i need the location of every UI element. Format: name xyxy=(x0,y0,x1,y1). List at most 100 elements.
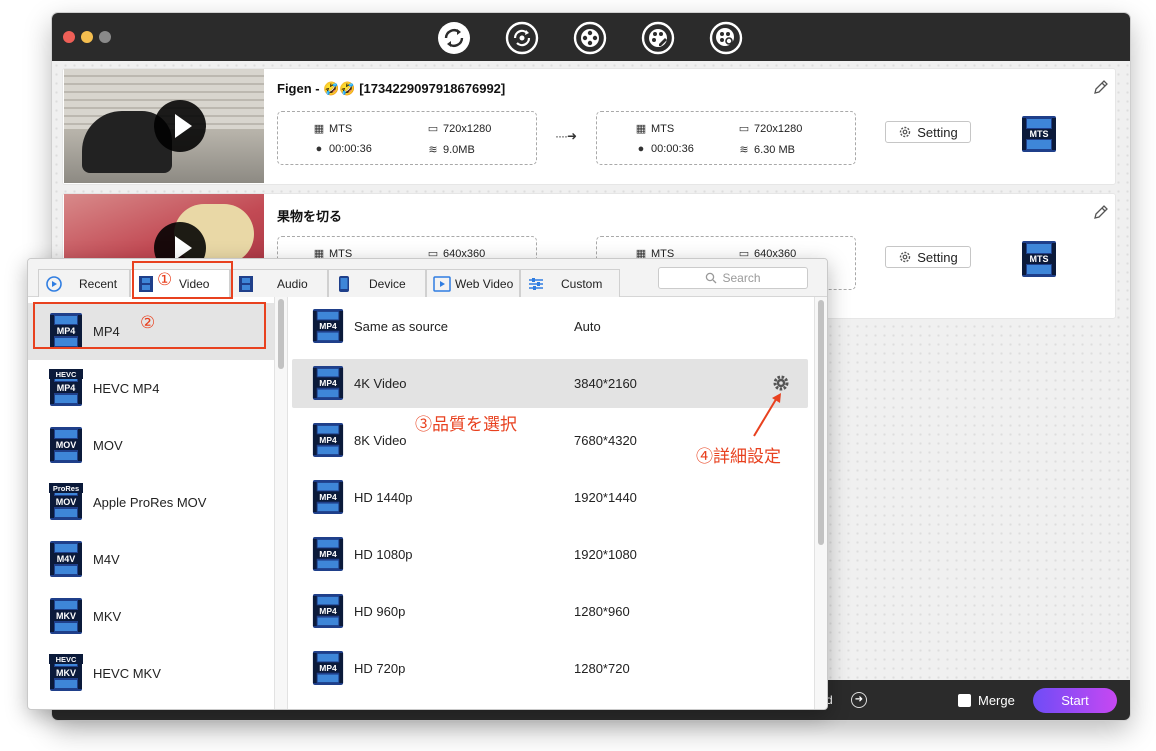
scrollbar-thumb[interactable] xyxy=(818,300,824,545)
format-item[interactable]: M4V M4V xyxy=(28,531,274,588)
format-item[interactable]: MKV HEVC HEVC MKV xyxy=(28,645,274,702)
quality-item[interactable]: MP4 HD 960p 1280*960 xyxy=(292,587,808,636)
format-file-icon: MOV xyxy=(50,427,82,463)
annotation-box-video-tab xyxy=(132,261,233,299)
tab-label: Recent xyxy=(79,277,118,291)
format-file-icon: MKV HEVC xyxy=(49,654,83,691)
svg-text:HEVC: HEVC xyxy=(56,655,77,664)
svg-text:ProRes: ProRes xyxy=(53,484,79,493)
mp4-file-icon: MP4 xyxy=(312,594,344,628)
svg-text:MP4: MP4 xyxy=(319,378,337,388)
gear-icon xyxy=(900,251,911,263)
quality-list-scrollbar[interactable] xyxy=(814,297,827,709)
tab-device[interactable]: Device xyxy=(328,269,426,297)
annotation-step3: ③品質を選択 xyxy=(415,415,517,435)
format-list: MP4 MP4 MP4 HEVC HEVC MP4 MOV MOV MOV ProRes Appl… xyxy=(28,297,274,709)
format-item[interactable]: MP4 HEVC HEVC MP4 xyxy=(28,360,274,417)
mts-icon-label: MTS xyxy=(1030,254,1049,264)
audio-film-icon xyxy=(239,275,253,292)
format-list-scrollbar[interactable] xyxy=(274,297,288,709)
mp4-file-icon: MP4 xyxy=(312,537,344,571)
format-label: MOV xyxy=(93,438,123,453)
edit-pencil-icon[interactable] xyxy=(1093,79,1109,95)
source-info-box: ▦ MTS ▭ 720x1280 ● 00:00:36 ≋ 9.0MB xyxy=(277,111,537,165)
output-size: 6.30 MB xyxy=(754,144,795,156)
svg-text:HEVC: HEVC xyxy=(56,370,77,379)
setting-button[interactable]: Setting xyxy=(885,246,971,268)
tab-label: Device xyxy=(369,277,406,291)
svg-text:MP4: MP4 xyxy=(319,606,337,616)
quality-label: HD 720p xyxy=(354,661,406,676)
quality-label: 4K Video xyxy=(354,376,407,391)
output-format-mts-icon[interactable]: MTS xyxy=(1021,240,1057,278)
tab-recent[interactable]: Recent xyxy=(38,269,130,297)
quality-resolution: 1280*960 xyxy=(574,604,630,619)
clock-icon: ● xyxy=(637,143,645,155)
svg-text:MOV: MOV xyxy=(56,440,77,450)
format-search-input[interactable]: Search xyxy=(658,267,808,289)
quality-item[interactable]: MP4 HD 720p 1280*720 xyxy=(292,644,808,693)
format-item[interactable]: MKV MKV xyxy=(28,588,274,645)
video-thumbnail[interactable] xyxy=(64,69,264,183)
tab-label: Custom xyxy=(561,277,603,291)
file-card[interactable]: Figen - 🤣🤣 [1734229097918676992] ▦ MTS ▭ 7… xyxy=(62,68,1116,185)
output-info-box[interactable]: ▦ MTS ▭ 720x1280 ● 00:00:36 ≋ 6.30 MB xyxy=(596,111,856,165)
svg-text:MP4: MP4 xyxy=(319,663,337,673)
close-window-button[interactable] xyxy=(63,31,75,43)
film-edit-icon[interactable] xyxy=(640,20,676,56)
quality-label: Same as source xyxy=(354,319,448,334)
film-search-icon[interactable] xyxy=(708,20,744,56)
play-icon[interactable] xyxy=(154,100,206,152)
zoom-window-button[interactable] xyxy=(99,31,111,43)
format-file-icon: M4V xyxy=(50,541,82,577)
edit-pencil-icon[interactable] xyxy=(1093,204,1109,220)
format-item[interactable]: MOV MOV xyxy=(28,417,274,474)
scrollbar-thumb[interactable] xyxy=(278,299,284,369)
source-size: 9.0MB xyxy=(443,144,475,156)
source-duration: 00:00:36 xyxy=(329,143,372,155)
format-file-icon: MKV xyxy=(50,598,82,634)
format-file-icon: MP4 HEVC xyxy=(49,369,83,406)
quality-label: HD 960p xyxy=(354,604,406,619)
clock-icon: ● xyxy=(315,143,323,155)
minimize-window-button[interactable] xyxy=(81,31,93,43)
convert-icon[interactable] xyxy=(436,20,472,56)
convert-arrow-icon: ····➜ xyxy=(555,129,577,143)
source-format: MTS xyxy=(329,123,353,135)
quality-item[interactable]: MP4 Same as source Auto xyxy=(292,302,808,351)
svg-text:MKV: MKV xyxy=(56,611,76,621)
reconvert-icon[interactable] xyxy=(504,20,540,56)
tab-custom[interactable]: Custom xyxy=(520,269,620,297)
recent-icon xyxy=(46,275,62,292)
annotation-arrow xyxy=(753,393,781,437)
quality-item[interactable]: MP4 4K Video 3840*2160 xyxy=(292,359,808,408)
setting-button[interactable]: Setting xyxy=(885,121,971,143)
merge-checkbox[interactable] xyxy=(958,694,971,707)
quality-label: HD 1440p xyxy=(354,490,413,505)
monitor-icon: ▭ xyxy=(738,123,750,135)
format-label: MKV xyxy=(93,609,122,624)
setting-label: Setting xyxy=(917,249,958,265)
quality-item[interactable]: MP4 HD 1080p 1920*1080 xyxy=(292,530,808,579)
quality-resolution: 1920*1080 xyxy=(574,547,637,562)
start-button[interactable]: Start xyxy=(1033,688,1117,713)
mp4-file-icon: MP4 xyxy=(312,309,344,343)
film-icon: ▦ xyxy=(313,123,325,135)
open-output-arrow-icon[interactable]: ➜ xyxy=(851,692,867,708)
film-reel-icon[interactable] xyxy=(572,20,608,56)
database-icon: ≋ xyxy=(739,144,749,156)
quality-item[interactable]: MP4 HD 1440p 1920*1440 xyxy=(292,473,808,522)
titlebar xyxy=(52,13,1130,61)
tab-web-video[interactable]: Web Video xyxy=(426,269,520,297)
annotation-step1: ① xyxy=(157,270,173,290)
output-format-mts-icon[interactable]: MTS xyxy=(1021,115,1057,153)
svg-text:MP4: MP4 xyxy=(319,321,337,331)
phone-icon xyxy=(339,275,349,292)
quality-resolution: 3840*2160 xyxy=(574,376,637,391)
search-placeholder: Search xyxy=(722,271,761,285)
file-title: Figen - 🤣🤣 [1734229097918676992] xyxy=(277,81,506,96)
sliders-icon xyxy=(529,277,543,290)
tab-label: Web Video xyxy=(455,277,514,291)
tab-audio[interactable]: Audio xyxy=(230,269,328,297)
format-item[interactable]: MOV ProRes Apple ProRes MOV xyxy=(28,474,274,531)
